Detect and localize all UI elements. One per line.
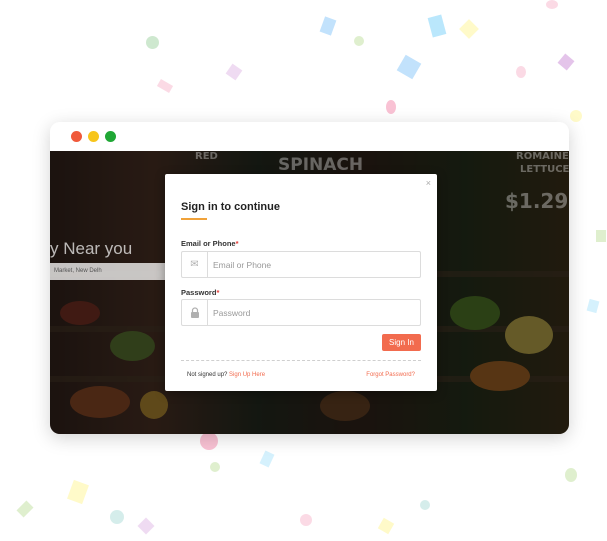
- password-field[interactable]: [213, 305, 413, 320]
- email-field[interactable]: [213, 257, 413, 272]
- password-label: Password*: [181, 288, 220, 297]
- store-sign: SPINACH: [278, 155, 364, 175]
- divider: [181, 360, 421, 361]
- email-field-wrapper: ✉: [181, 251, 421, 278]
- page-viewport: SPINACH ROMAINE LETTUCE $1.29 RED y Near…: [50, 151, 569, 434]
- lock-icon: [182, 300, 208, 325]
- modal-title: Sign in to continue: [181, 201, 280, 213]
- price-sign: $1.29: [505, 189, 569, 213]
- store-sign: LETTUCE: [520, 164, 569, 175]
- maximize-dot[interactable]: [105, 131, 116, 142]
- store-sign: RED: [195, 151, 218, 162]
- forgot-password-link[interactable]: Forgot Password?: [366, 372, 415, 378]
- password-field-wrapper: [181, 299, 421, 326]
- minimize-dot[interactable]: [88, 131, 99, 142]
- sign-in-button[interactable]: Sign In: [382, 334, 421, 351]
- browser-window: SPINACH ROMAINE LETTUCE $1.29 RED y Near…: [50, 122, 569, 434]
- store-sign: ROMAINE: [516, 151, 569, 162]
- signup-prompt: Not signed up? Sign Up Here: [187, 372, 266, 378]
- location-search: Market, New Delh: [50, 263, 168, 280]
- close-dot[interactable]: [71, 131, 82, 142]
- envelope-icon: ✉: [182, 252, 208, 277]
- hero-heading: y Near you: [50, 239, 133, 258]
- email-label: Email or Phone*: [181, 239, 239, 248]
- signin-modal: × Sign in to continue Email or Phone* ✉ …: [165, 174, 437, 391]
- browser-titlebar: [50, 122, 569, 152]
- title-underline: [181, 218, 207, 220]
- sign-up-link[interactable]: Sign Up Here: [229, 372, 265, 378]
- close-icon[interactable]: ×: [426, 178, 431, 188]
